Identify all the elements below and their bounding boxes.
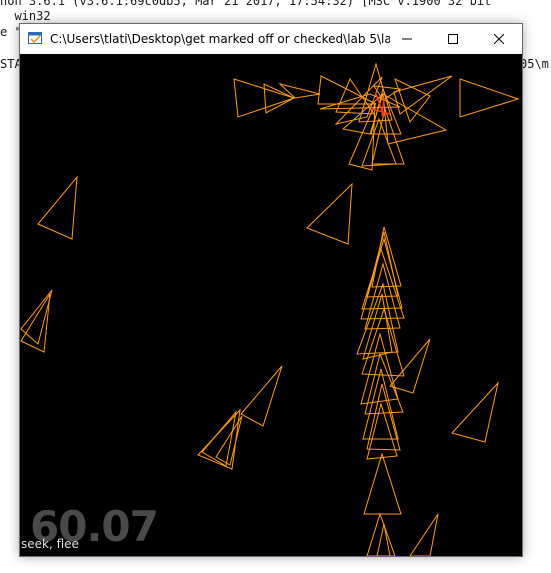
minimize-icon: [402, 38, 412, 40]
console-line-5: 05\m: [520, 57, 549, 71]
minimize-button[interactable]: [384, 24, 430, 54]
agent-triangle: [348, 103, 376, 171]
agent-triangle: [364, 352, 404, 415]
agent-triangle: [459, 78, 520, 118]
console-line-1: hon 3.6.1 (v3.6.1:69c0db5, Mar 21 2017, …: [0, 0, 492, 8]
agent-triangle: [382, 93, 448, 145]
agent-triangle: [263, 83, 296, 114]
maximize-button[interactable]: [430, 24, 476, 54]
agent-triangle: [317, 75, 377, 105]
agent-triangle: [394, 78, 431, 124]
agent-triangle: [451, 381, 499, 443]
agent-triangle: [393, 75, 453, 115]
agent-triangle: [389, 338, 431, 394]
window-titlebar[interactable]: C:\Users\tlati\Desktop\get marked off or…: [20, 24, 522, 54]
agent-triangle: [197, 408, 241, 470]
mode-label: seek, flee: [21, 537, 79, 551]
agent-triangle: [409, 513, 439, 557]
close-button[interactable]: [476, 24, 522, 54]
agent-triangle: [240, 365, 283, 427]
agent-triangle: [361, 237, 403, 310]
simulation-window: C:\Users\tlati\Desktop\get marked off or…: [19, 23, 523, 557]
simulation-canvas[interactable]: 60.07 seek, flee: [20, 54, 522, 557]
agent-triangle: [366, 512, 396, 557]
agent-triangle: [37, 175, 78, 240]
app-icon: [28, 31, 43, 46]
agent-triangle: [371, 107, 405, 165]
agent-triangle: [306, 182, 353, 245]
agent-triangle: [363, 452, 402, 515]
console-line-2: win32: [0, 9, 51, 23]
maximize-icon: [448, 34, 458, 44]
window-title: C:\Users\tlati\Desktop\get marked off or…: [50, 32, 390, 46]
agents-layer: [20, 62, 520, 557]
close-icon: [494, 34, 504, 44]
agent-triangle: [376, 523, 391, 557]
